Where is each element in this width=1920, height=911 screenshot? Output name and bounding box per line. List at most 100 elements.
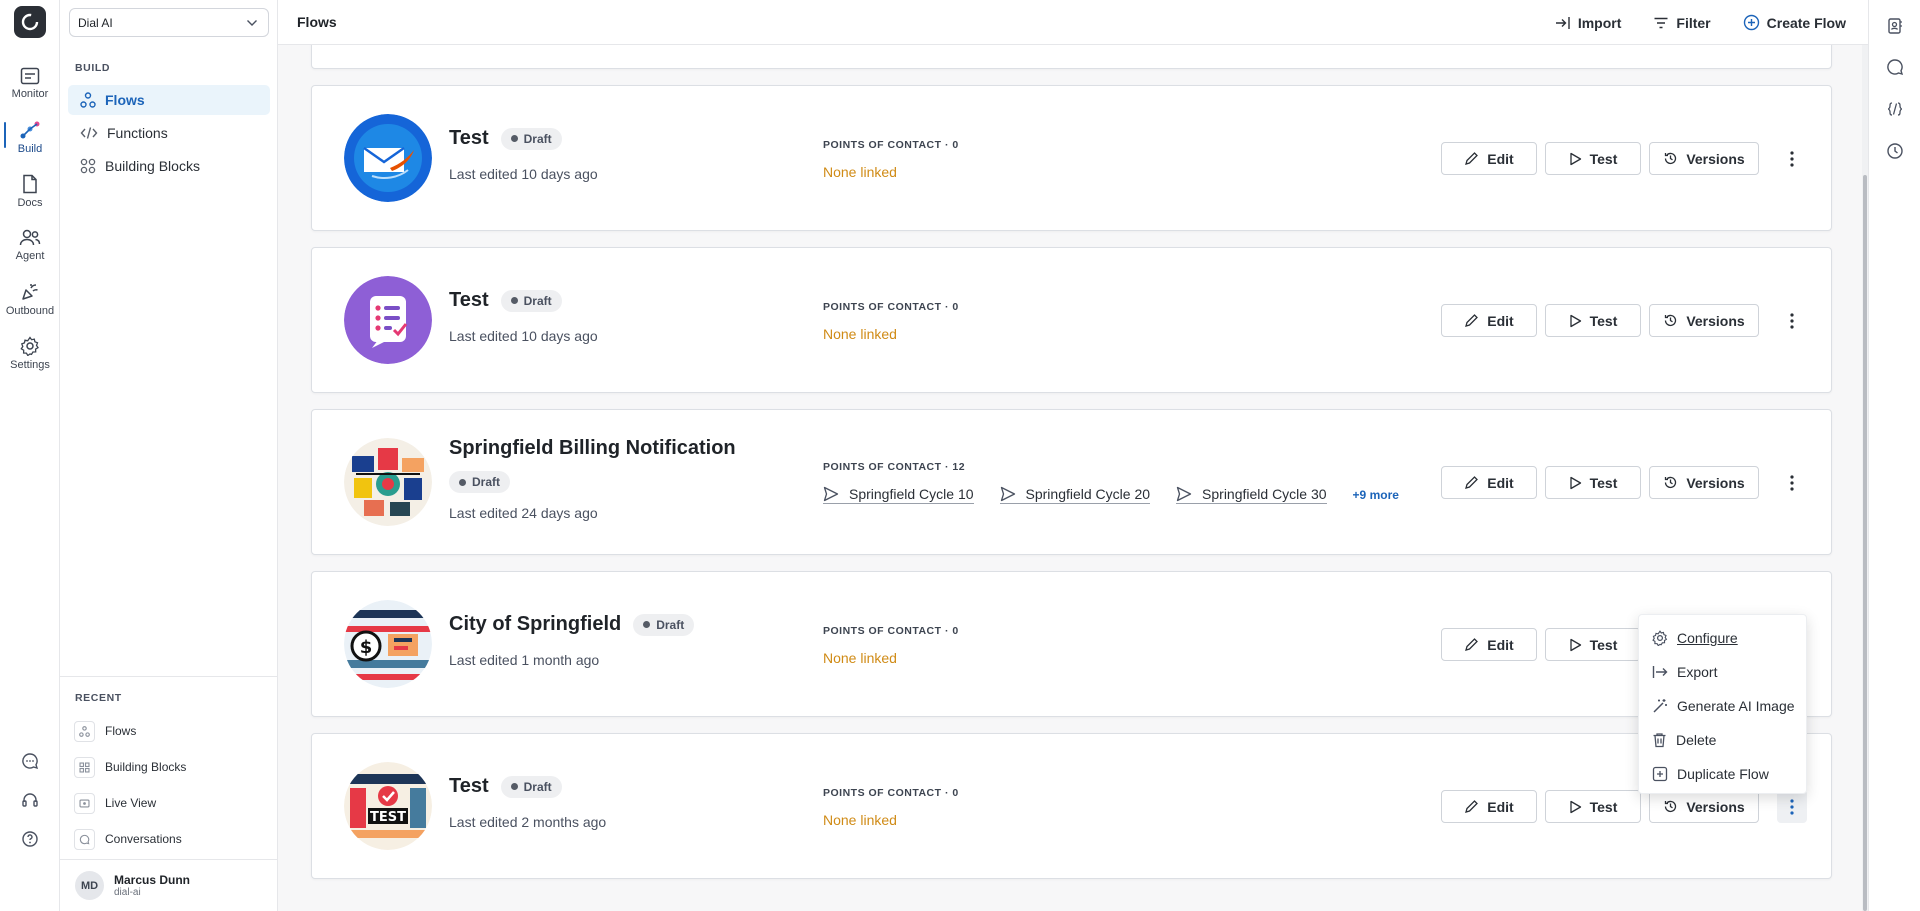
support-icon[interactable] [18, 788, 42, 812]
create-flow-button[interactable]: Create Flow [1737, 14, 1852, 31]
recent-item-flows[interactable]: Flows [74, 719, 136, 743]
last-edited: Last edited 10 days ago [449, 166, 598, 182]
menu-item-configure[interactable]: Configure [1639, 621, 1806, 655]
history-icon[interactable] [1885, 141, 1905, 161]
test-button[interactable]: Test [1545, 628, 1641, 661]
more-options-icon[interactable] [1777, 790, 1807, 823]
import-button[interactable]: Import [1549, 15, 1628, 31]
code-brackets-icon[interactable] [1885, 99, 1905, 119]
test-label: Test [1589, 798, 1618, 815]
status-dot [510, 783, 518, 790]
blocks-icon [80, 158, 96, 174]
status-label: Draft [472, 475, 501, 489]
recent-item-live-view[interactable]: Live View [74, 791, 156, 815]
play-icon [1569, 476, 1582, 490]
more-options-icon[interactable] [1777, 466, 1807, 499]
flows-icon [74, 720, 95, 742]
user-profile[interactable]: MD Marcus Dunn dial-ai [60, 859, 278, 911]
pencil-icon [1464, 799, 1479, 814]
menu-item-generate-ai-image[interactable]: Generate AI Image [1639, 689, 1806, 723]
rail-item-build[interactable]: Build [0, 112, 60, 162]
workspace-select[interactable]: Dial AI [69, 8, 269, 37]
pencil-icon [1464, 637, 1479, 652]
export-icon [1652, 665, 1668, 679]
menu-item-duplicate-flow[interactable]: Duplicate Flow [1639, 757, 1806, 791]
feedback-icon[interactable] [18, 749, 42, 773]
help-icon[interactable] [18, 827, 42, 851]
test-button[interactable]: Test [1545, 142, 1641, 175]
flow-title[interactable]: Test [449, 775, 489, 798]
contact-book-icon[interactable] [1885, 16, 1905, 36]
last-edited: Last edited 10 days ago [449, 328, 598, 344]
poc-link[interactable]: Springfield Cycle 30 [1176, 486, 1327, 504]
recent-item-label: Building Blocks [105, 760, 187, 774]
code-icon [80, 125, 98, 141]
points-of-contact-label: POINTS OF CONTACT · 0 [823, 625, 959, 637]
recent-item-building-blocks[interactable]: Building Blocks [74, 755, 186, 779]
versions-label: Versions [1686, 474, 1745, 491]
status-label: Draft [656, 617, 685, 632]
history-icon [1663, 151, 1678, 166]
poc-link-label: Springfield Cycle 10 [849, 486, 974, 502]
rail-item-outbound[interactable]: Outbound [0, 274, 60, 324]
status-label: Draft [523, 779, 552, 794]
recent-item-label: Flows [105, 724, 137, 738]
points-of-contact-label: POINTS OF CONTACT · 0 [823, 139, 959, 151]
versions-button[interactable]: Versions [1649, 304, 1759, 337]
flow-thumbnail-image [344, 438, 432, 526]
flow-title[interactable]: City of Springfield [449, 613, 621, 636]
rail-item-monitor[interactable]: Monitor [0, 58, 60, 108]
menu-item-label: Configure [1677, 630, 1738, 646]
duplicate-icon [1652, 766, 1668, 782]
poc-link[interactable]: Springfield Cycle 20 [999, 486, 1151, 504]
test-button[interactable]: Test [1545, 466, 1641, 499]
chat-icon[interactable] [1885, 57, 1905, 77]
status-dot [643, 621, 651, 628]
flow-card [311, 45, 1832, 69]
flow-thumbnail-image: $ [344, 600, 432, 688]
last-edited: Last edited 24 days ago [449, 505, 598, 521]
flow-thumbnail-image: TEST [344, 762, 432, 850]
none-linked-text: None linked [823, 164, 897, 180]
sidebar-item-building-blocks[interactable]: Building Blocks [68, 151, 270, 181]
test-button[interactable]: Test [1545, 790, 1641, 823]
menu-item-delete[interactable]: Delete [1639, 723, 1806, 757]
create-flow-label: Create Flow [1766, 14, 1846, 31]
scrollbar-thumb[interactable] [1863, 175, 1867, 911]
test-label: Test [1589, 636, 1618, 653]
edit-button[interactable]: Edit [1441, 790, 1537, 823]
rail-item-agent[interactable]: Agent [0, 220, 60, 270]
rail-item-label: Build [17, 142, 43, 155]
magic-wand-icon [1652, 698, 1668, 714]
sidebar-item-label: Functions [107, 125, 168, 141]
edit-button[interactable]: Edit [1441, 304, 1537, 337]
history-icon [1663, 313, 1678, 328]
rail-item-docs[interactable]: Docs [0, 166, 60, 216]
more-options-icon[interactable] [1777, 304, 1807, 337]
versions-button[interactable]: Versions [1649, 142, 1759, 175]
recent-item-conversations[interactable]: Conversations [74, 827, 182, 851]
more-options-icon[interactable] [1777, 142, 1807, 175]
docs-icon [21, 174, 39, 194]
poc-link[interactable]: Springfield Cycle 10 [823, 486, 974, 504]
flow-title[interactable]: Test [449, 127, 489, 150]
menu-item-export[interactable]: Export [1639, 655, 1806, 689]
edit-button[interactable]: Edit [1441, 628, 1537, 661]
versions-button[interactable]: Versions [1649, 466, 1759, 499]
edit-button[interactable]: Edit [1441, 466, 1537, 499]
test-button[interactable]: Test [1545, 304, 1641, 337]
app-logo-icon[interactable] [14, 6, 46, 38]
poc-more-link[interactable]: +9 more [1353, 488, 1399, 502]
filter-button[interactable]: Filter [1647, 15, 1716, 31]
points-of-contact-links: Springfield Cycle 10 Springfield Cycle 2… [823, 486, 1399, 504]
test-label: Test [1589, 312, 1618, 329]
rail-item-label: Agent [15, 249, 45, 262]
sidebar-item-flows[interactable]: Flows [68, 85, 270, 115]
history-icon [1663, 799, 1678, 814]
flow-title[interactable]: Test [449, 289, 489, 312]
sidebar-item-functions[interactable]: Functions [68, 118, 270, 148]
flow-title[interactable]: Springfield Billing Notification [449, 437, 736, 460]
rail-item-settings[interactable]: Settings [0, 328, 60, 378]
edit-button[interactable]: Edit [1441, 142, 1537, 175]
versions-button[interactable]: Versions [1649, 790, 1759, 823]
